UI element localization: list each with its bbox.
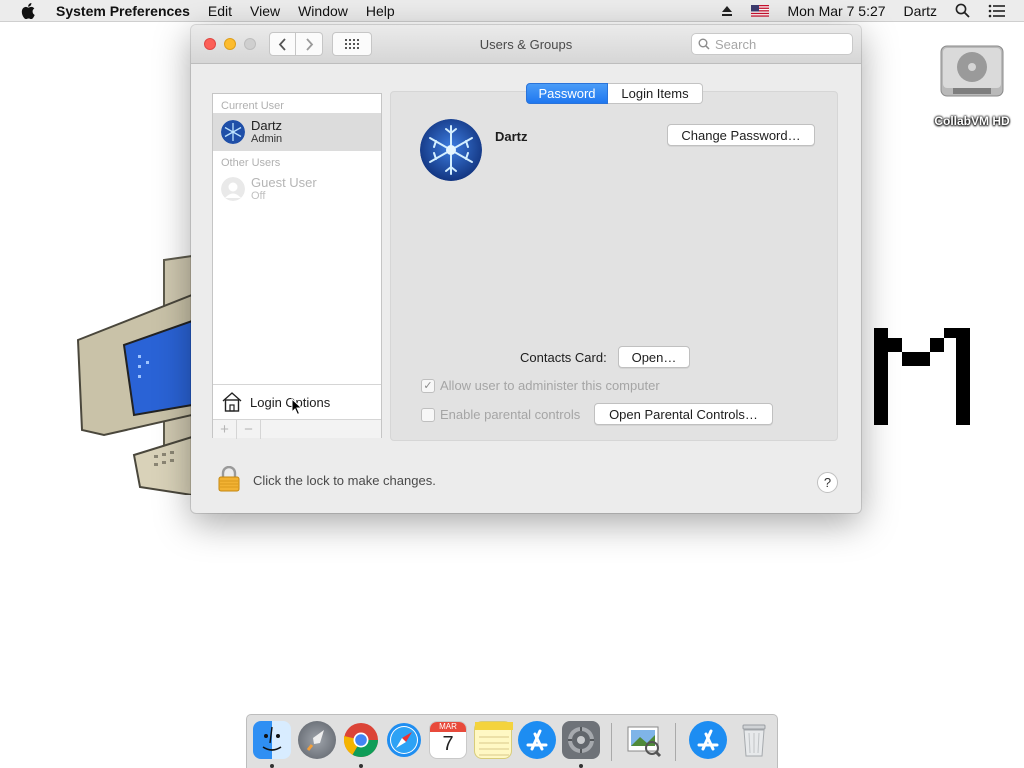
app-store-icon[interactable] xyxy=(518,721,556,759)
guest-user-name: Guest User xyxy=(251,175,317,190)
lock-message: Click the lock to make changes. xyxy=(253,473,436,488)
dock-separator-2 xyxy=(675,723,676,761)
search-placeholder: Search xyxy=(715,36,757,52)
system-preferences-running-indicator xyxy=(579,764,583,768)
open-contacts-button[interactable]: Open… xyxy=(618,346,690,368)
add-user-button[interactable]: + xyxy=(213,420,237,439)
snowflake-avatar-icon xyxy=(221,120,245,144)
wallpaper-computer-illustration xyxy=(74,253,204,497)
wallpaper-pixel-letter xyxy=(858,328,973,428)
search-icon xyxy=(698,38,710,50)
sidebar-toolbar: + − xyxy=(213,419,381,439)
sidebar-item-dartz[interactable]: Dartz Admin xyxy=(213,113,381,151)
tab-login-items[interactable]: Login Items xyxy=(608,83,703,104)
calendar-icon[interactable]: MAR 7 xyxy=(429,721,467,759)
chrome-running-indicator xyxy=(359,764,363,768)
eject-icon[interactable] xyxy=(721,5,733,17)
preview-icon[interactable] xyxy=(625,721,663,759)
user-full-name: Dartz xyxy=(495,129,528,144)
change-password-button[interactable]: Change Password… xyxy=(667,124,815,146)
users-groups-window: Users & Groups Search Current User Dartz… xyxy=(191,25,861,513)
hard-drive-icon xyxy=(935,38,1009,112)
finder-running-indicator xyxy=(270,764,274,768)
parental-controls-checkbox[interactable] xyxy=(421,407,435,422)
menu-app-name[interactable]: System Preferences xyxy=(56,3,190,19)
open-parental-controls-button[interactable]: Open Parental Controls… xyxy=(594,403,773,425)
house-icon xyxy=(222,392,242,412)
search-field[interactable]: Search xyxy=(691,33,853,55)
allow-admin-checkbox[interactable]: ✓ xyxy=(421,378,435,393)
other-users-header: Other Users xyxy=(221,157,281,169)
menu-window[interactable]: Window xyxy=(298,3,348,19)
input-source-flag-icon[interactable] xyxy=(751,4,770,17)
menu-help[interactable]: Help xyxy=(366,3,395,19)
current-user-header: Current User xyxy=(221,100,284,112)
guest-avatar-icon xyxy=(221,177,245,201)
chrome-icon[interactable] xyxy=(342,721,380,759)
tab-password[interactable]: Password xyxy=(526,83,608,104)
title-bar: Users & Groups Search xyxy=(191,25,861,64)
dock-separator xyxy=(611,723,612,761)
calendar-day: 7 xyxy=(442,733,454,755)
menu-bar: System Preferences Edit View Window Help… xyxy=(0,0,1024,22)
parental-controls-row: Enable parental controls xyxy=(421,407,580,422)
menu-view[interactable]: View xyxy=(250,3,280,19)
tab-bar: Password Login Items xyxy=(526,83,703,104)
drive-label: CollabVM HD xyxy=(934,114,1010,128)
notes-icon[interactable] xyxy=(474,721,513,759)
mouse-pointer-icon xyxy=(291,397,303,416)
current-user-name: Dartz xyxy=(251,118,283,133)
lock-icon[interactable] xyxy=(218,465,240,492)
spotlight-search-icon[interactable] xyxy=(955,3,970,18)
help-button[interactable]: ? xyxy=(817,472,838,493)
safari-icon[interactable] xyxy=(385,721,423,759)
clock[interactable]: Mon Mar 7 5:27 xyxy=(787,3,885,19)
calendar-month: MAR xyxy=(430,722,466,732)
allow-admin-label: Allow user to administer this computer xyxy=(440,378,660,393)
current-user-role: Admin xyxy=(251,133,283,145)
sidebar-item-guest[interactable]: Guest User Off xyxy=(213,170,381,208)
apple-menu-icon[interactable] xyxy=(0,0,56,22)
parental-controls-label: Enable parental controls xyxy=(440,407,581,422)
notification-center-icon[interactable] xyxy=(988,4,1006,18)
trash-icon[interactable] xyxy=(735,721,773,759)
users-sidebar: Current User Dartz Admin Other Users Gue… xyxy=(212,93,382,439)
allow-admin-row: ✓ Allow user to administer this computer xyxy=(421,378,660,393)
desktop-drive[interactable]: CollabVM HD xyxy=(924,38,1020,128)
finder-icon[interactable] xyxy=(253,721,291,759)
system-preferences-icon[interactable] xyxy=(562,721,600,759)
downloads-stack-icon[interactable] xyxy=(689,721,727,759)
remove-user-button[interactable]: − xyxy=(237,420,261,439)
launchpad-icon[interactable] xyxy=(298,721,336,759)
guest-user-status: Off xyxy=(251,190,266,202)
contacts-card-label: Contacts Card: xyxy=(520,350,607,365)
user-menu[interactable]: Dartz xyxy=(904,3,937,19)
user-picture[interactable] xyxy=(420,119,482,181)
menu-edit[interactable]: Edit xyxy=(208,3,232,19)
dock: MAR 7 xyxy=(246,714,778,768)
snowflake-picture-icon xyxy=(420,119,482,181)
